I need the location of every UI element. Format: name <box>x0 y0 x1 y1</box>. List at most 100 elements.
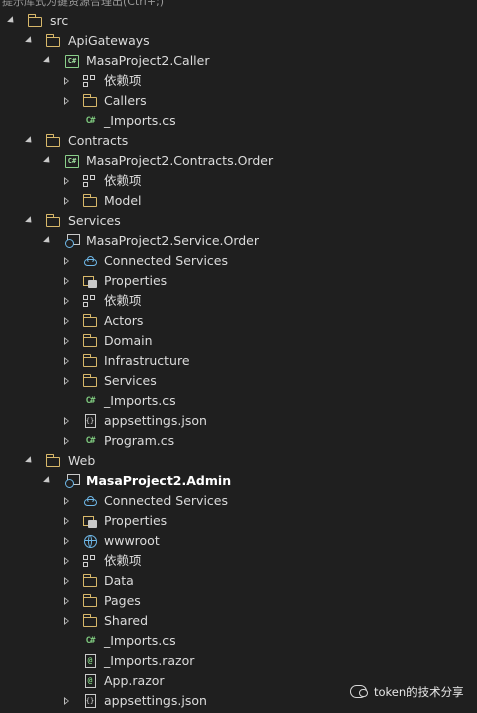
csharp-file-icon: C# <box>85 396 96 406</box>
tree-item[interactable]: {} appsettings.json <box>0 411 477 431</box>
expand-arrow-icon[interactable] <box>60 531 69 551</box>
tree-item[interactable]: Pages <box>0 591 477 611</box>
expand-arrow-icon[interactable] <box>60 411 69 431</box>
collapse-arrow-icon[interactable] <box>6 11 16 31</box>
tree-item[interactable]: Properties <box>0 511 477 531</box>
tree-item-label: wwwroot <box>104 533 160 548</box>
expand-arrow-icon[interactable] <box>60 91 69 111</box>
tree-item[interactable]: 依赖项 <box>0 71 477 91</box>
expand-arrow-icon[interactable] <box>60 691 69 711</box>
expand-arrow-icon[interactable] <box>60 71 69 91</box>
tree-item[interactable]: 依赖项 <box>0 291 477 311</box>
tree-item[interactable]: Model <box>0 191 477 211</box>
tree-item-label: Shared <box>104 613 149 628</box>
tree-item-label: App.razor <box>104 673 165 688</box>
tree-item[interactable]: Actors <box>0 311 477 331</box>
tree-item-label: 依赖项 <box>104 73 142 88</box>
json-file-icon: {} <box>82 693 98 709</box>
tree-item[interactable]: Infrastructure <box>0 351 477 371</box>
tree-item-label: Connected Services <box>104 493 228 508</box>
collapse-arrow-icon[interactable] <box>42 231 52 251</box>
expand-arrow-icon[interactable] <box>60 431 69 451</box>
collapse-arrow-icon[interactable] <box>42 51 52 71</box>
folder-icon <box>82 93 98 109</box>
tree-item[interactable]: Callers <box>0 91 477 111</box>
expand-arrow-icon[interactable] <box>60 191 69 211</box>
tree-item-label: _Imports.cs <box>104 393 176 408</box>
expand-arrow-icon[interactable] <box>60 271 69 291</box>
tree-item-label: Services <box>104 373 157 388</box>
tree-item-label: Model <box>104 193 142 208</box>
expand-arrow-icon[interactable] <box>60 591 69 611</box>
web-project-icon <box>64 473 80 489</box>
tree-item[interactable]: C# _Imports.cs <box>0 631 477 651</box>
tree-item[interactable]: Services <box>0 371 477 391</box>
tree-item-label: appsettings.json <box>104 693 207 708</box>
tree-item-label: Properties <box>104 513 168 528</box>
folder-icon <box>45 33 61 49</box>
tree-item[interactable]: Data <box>0 571 477 591</box>
expand-arrow-icon[interactable] <box>60 291 69 311</box>
tree-item[interactable]: Connected Services <box>0 251 477 271</box>
wechat-icon <box>350 685 368 698</box>
collapse-arrow-icon[interactable] <box>24 131 34 151</box>
collapse-arrow-icon[interactable] <box>42 471 52 491</box>
search-bar-fragment[interactable]: 提示库式为键资源合理出(Ctrl+;) <box>0 0 477 8</box>
tree-item[interactable]: C# MasaProject2.Caller <box>0 51 477 71</box>
folder-icon <box>45 133 61 149</box>
tree-item-label: ApiGateways <box>68 33 150 48</box>
globe-icon <box>82 533 98 549</box>
expand-arrow-icon[interactable] <box>60 311 69 331</box>
folder-icon <box>45 453 61 469</box>
solution-explorer-tree: src ApiGateways C# MasaProject2.Caller 依赖项 Ca… <box>0 11 477 711</box>
tree-item-label: Program.cs <box>104 433 175 448</box>
tree-item[interactable]: MasaProject2.Service.Order <box>0 231 477 251</box>
tree-item-label: 依赖项 <box>104 553 142 568</box>
collapse-arrow-icon[interactable] <box>24 31 34 51</box>
csharp-project-icon: C# <box>64 153 80 169</box>
tree-item[interactable]: Web <box>0 451 477 471</box>
expand-arrow-icon[interactable] <box>60 251 69 271</box>
expand-arrow-icon[interactable] <box>60 571 69 591</box>
dependencies-icon <box>82 293 98 309</box>
collapse-arrow-icon[interactable] <box>24 211 34 231</box>
folder-icon <box>82 593 98 609</box>
tree-item[interactable]: Properties <box>0 271 477 291</box>
expand-arrow-icon[interactable] <box>60 491 69 511</box>
tree-item-label: Callers <box>104 93 147 108</box>
folder-icon <box>82 353 98 369</box>
web-project-icon <box>64 233 80 249</box>
expand-arrow-icon[interactable] <box>60 331 69 351</box>
expand-arrow-icon[interactable] <box>60 511 69 531</box>
connected-services-icon <box>82 493 98 509</box>
tree-item[interactable]: MasaProject2.Admin <box>0 471 477 491</box>
tree-item[interactable]: Connected Services <box>0 491 477 511</box>
tree-item[interactable]: C# _Imports.cs <box>0 391 477 411</box>
tree-item[interactable]: 依赖项 <box>0 551 477 571</box>
expand-arrow-icon[interactable] <box>60 171 69 191</box>
tree-item[interactable]: src <box>0 11 477 31</box>
csharp-file-icon: C# <box>85 436 96 446</box>
tree-item-label: src <box>50 13 69 28</box>
tree-item[interactable]: ApiGateways <box>0 31 477 51</box>
expand-arrow-icon[interactable] <box>60 611 69 631</box>
tree-item[interactable]: Shared <box>0 611 477 631</box>
tree-item[interactable]: wwwroot <box>0 531 477 551</box>
collapse-arrow-icon[interactable] <box>24 451 34 471</box>
tree-item[interactable]: 依赖项 <box>0 171 477 191</box>
expand-arrow-icon[interactable] <box>60 351 69 371</box>
properties-icon <box>82 513 98 529</box>
tree-item[interactable]: Services <box>0 211 477 231</box>
properties-icon <box>82 273 98 289</box>
tree-item[interactable]: C# Program.cs <box>0 431 477 451</box>
tree-item[interactable]: Contracts <box>0 131 477 151</box>
folder-icon <box>82 613 98 629</box>
expand-arrow-icon[interactable] <box>60 551 69 571</box>
tree-item-label: _Imports.cs <box>104 113 176 128</box>
expand-arrow-icon[interactable] <box>60 371 69 391</box>
tree-item[interactable]: C# MasaProject2.Contracts.Order <box>0 151 477 171</box>
tree-item[interactable]: C# _Imports.cs <box>0 111 477 131</box>
tree-item[interactable]: Domain <box>0 331 477 351</box>
collapse-arrow-icon[interactable] <box>42 151 52 171</box>
tree-item[interactable]: @ _Imports.razor <box>0 651 477 671</box>
